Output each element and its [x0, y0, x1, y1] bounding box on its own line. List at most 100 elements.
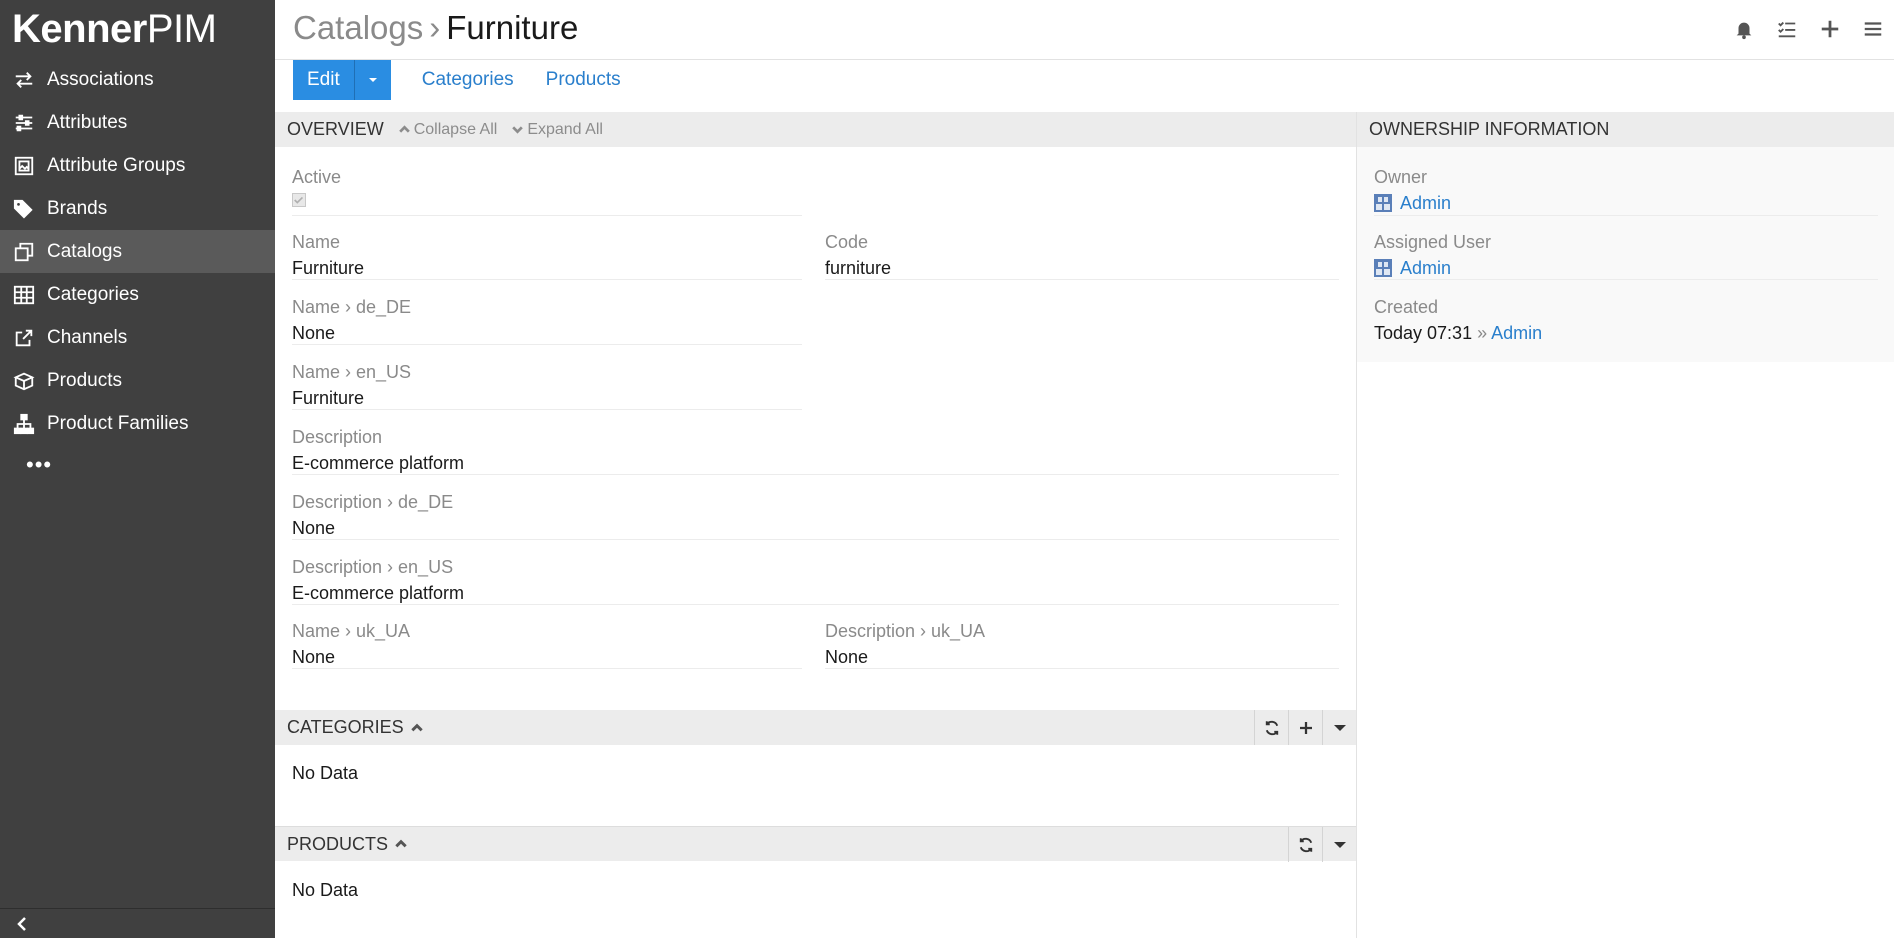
user-icon [1374, 259, 1392, 277]
panel-dropdown-button[interactable] [1322, 827, 1356, 862]
active-checkbox[interactable] [292, 193, 306, 207]
sidebar-item-label: Categories [47, 283, 139, 305]
chevron-up-icon[interactable] [410, 721, 424, 735]
divider [292, 215, 802, 216]
sidebar-item-label: Attribute Groups [47, 154, 186, 176]
owner-link[interactable]: Admin [1400, 191, 1451, 215]
field-label: Name › de_DE [292, 297, 412, 317]
products-panel-tools [1288, 827, 1356, 862]
overview-title: OVERVIEW [287, 119, 384, 139]
caret-down-icon [368, 78, 377, 82]
expand-all-button[interactable]: Expand All [511, 121, 603, 139]
sidebar-item-associations[interactable]: Associations [0, 58, 275, 101]
categories-panel-header: CATEGORIES [275, 710, 1356, 745]
divider [1374, 279, 1878, 280]
image-box-icon [12, 154, 36, 178]
sidebar-item-catalogs[interactable]: Catalogs [0, 230, 275, 273]
sidebar-item-brands[interactable]: Brands [0, 187, 275, 230]
sidebar-collapse-button[interactable] [0, 908, 275, 938]
sidebar-item-label: Products [47, 369, 122, 391]
sidebar-item-categories[interactable]: Categories [0, 273, 275, 316]
refresh-button[interactable] [1254, 710, 1288, 745]
field-label: Name › en_US [292, 362, 412, 382]
breadcrumb-separator: › [429, 9, 441, 46]
sidebar-item-label: Catalogs [47, 240, 122, 262]
products-panel-header: PRODUCTS [275, 826, 1356, 862]
sidebar-item-products[interactable]: Products [0, 359, 275, 402]
field-value: Today 07:31 » Admin [1374, 321, 1542, 345]
field-value: E-commerce platform [292, 583, 465, 603]
divider [825, 668, 1339, 669]
field-assigned-user: Assigned User Admin [1374, 231, 1491, 280]
divider [1374, 215, 1878, 216]
field-value: None [292, 518, 336, 538]
refresh-button[interactable] [1288, 827, 1322, 862]
created-separator: » [1477, 323, 1488, 343]
breadcrumb-parent-link[interactable]: Catalogs [293, 9, 423, 46]
collapse-all-label: Collapse All [413, 120, 498, 138]
bell-icon[interactable] [1722, 14, 1765, 44]
overview-panel-header: OVERVIEW Collapse All Expand All [275, 112, 1356, 147]
field-label: Description › en_US [292, 557, 454, 577]
field-owner: Owner Admin [1374, 166, 1451, 215]
field-value: E-commerce platform [292, 453, 465, 473]
ownership-panel-header: OWNERSHIP INFORMATION [1357, 112, 1894, 147]
field-description: Description E-commerce platform [292, 426, 464, 475]
menu-icon[interactable] [1851, 14, 1894, 44]
field-name-en: Name › en_US Furniture [292, 361, 411, 410]
field-label: Description [292, 427, 383, 447]
field-label: Active [292, 167, 342, 187]
edit-dropdown-toggle[interactable] [355, 60, 391, 100]
categories-link[interactable]: Categories [416, 69, 520, 91]
collapse-all-button[interactable]: Collapse All [398, 120, 498, 139]
field-name-uk: Name › uk_UA None [292, 620, 410, 669]
sidebar-more-button[interactable]: ••• [0, 445, 275, 485]
box-open-icon [12, 369, 36, 393]
breadcrumb: Catalogs › Furniture [293, 8, 578, 48]
field-label: Description › uk_UA [825, 621, 986, 641]
sidebar-item-label: Channels [47, 326, 128, 348]
panel-dropdown-button[interactable] [1322, 710, 1356, 745]
grid-icon [12, 283, 36, 307]
task-list-icon[interactable] [1765, 14, 1808, 44]
app-logo[interactable]: KennerPIM [0, 0, 275, 58]
sidebar: KennerPIM Associations Attributes Attrib… [0, 0, 275, 938]
add-button[interactable] [1288, 710, 1322, 745]
field-created: Created Today 07:31 » Admin [1374, 296, 1542, 345]
edit-button[interactable]: Edit [293, 60, 355, 100]
header-actions [1722, 14, 1894, 44]
field-name-de: Name › de_DE None [292, 296, 411, 345]
sidebar-item-attributes[interactable]: Attributes [0, 101, 275, 144]
sidebar-item-product-families[interactable]: Product Families [0, 402, 275, 445]
chevron-up-icon [398, 125, 410, 133]
plus-icon[interactable] [1808, 14, 1851, 44]
field-label: Name › uk_UA [292, 621, 411, 641]
products-empty-text: No Data [292, 880, 359, 900]
divider [292, 604, 1339, 605]
products-link[interactable]: Products [540, 69, 627, 91]
edit-button-group: Edit [293, 60, 391, 100]
field-value: Furniture [292, 258, 365, 278]
field-label: Created [1374, 297, 1439, 317]
categories-panel-tools [1254, 710, 1356, 745]
sidebar-item-channels[interactable]: Channels [0, 316, 275, 359]
field-label: Assigned User [1374, 232, 1492, 252]
field-label: Owner [1374, 167, 1428, 187]
sitemap-icon [12, 412, 36, 436]
sidebar-item-label: Product Families [47, 412, 189, 434]
caret-down-icon [1333, 841, 1346, 848]
sidebar-item-attribute-groups[interactable]: Attribute Groups [0, 144, 275, 187]
chevron-up-icon[interactable] [394, 837, 408, 851]
expand-all-label: Expand All [527, 120, 603, 138]
field-active: Active [292, 166, 341, 207]
logo-text-light: PIM [146, 7, 217, 51]
sidebar-item-label: Associations [47, 68, 154, 90]
record-toolbar: Edit Categories Products [293, 60, 627, 100]
field-description-uk: Description › uk_UA None [825, 620, 985, 669]
field-value: Admin [1374, 191, 1451, 215]
created-by-link[interactable]: Admin [1491, 323, 1542, 343]
user-icon [1374, 194, 1392, 212]
field-description-en: Description › en_US E-commerce platform [292, 556, 464, 605]
field-description-de: Description › de_DE None [292, 491, 453, 540]
assigned-user-link[interactable]: Admin [1400, 256, 1451, 280]
